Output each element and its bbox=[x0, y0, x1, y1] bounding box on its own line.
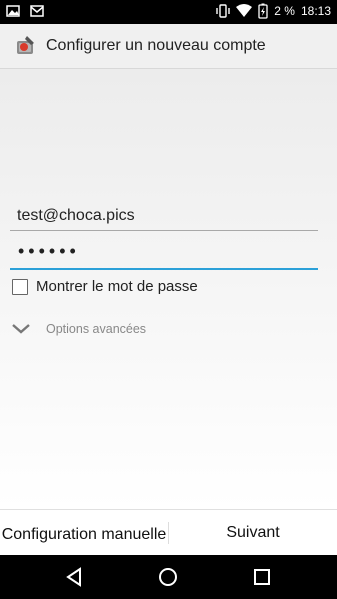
image-icon bbox=[6, 5, 20, 17]
show-password-row[interactable]: Montrer le mot de passe bbox=[12, 278, 198, 295]
manual-setup-label: Configuration manuelle bbox=[1, 526, 167, 543]
next-label: Suivant bbox=[226, 524, 280, 541]
advanced-options-toggle[interactable]: Options avancées bbox=[10, 322, 146, 336]
next-button[interactable]: Suivant bbox=[169, 510, 337, 556]
email-field[interactable]: test@choca.pics bbox=[10, 196, 318, 231]
status-time: 18:13 bbox=[300, 4, 331, 18]
app-logo-icon bbox=[17, 36, 34, 54]
password-field[interactable]: •••••• bbox=[10, 237, 318, 270]
email-value: test@choca.pics bbox=[17, 207, 135, 224]
chevron-down-icon bbox=[12, 324, 30, 334]
battery-charging-icon bbox=[258, 3, 268, 19]
status-bar-left bbox=[6, 4, 44, 18]
recents-icon[interactable] bbox=[250, 565, 274, 589]
page-title: Configurer un nouveau compte bbox=[46, 37, 266, 54]
home-icon[interactable] bbox=[156, 565, 180, 589]
wifi-icon bbox=[236, 4, 253, 17]
status-bar: 2 % 18:13 bbox=[0, 0, 337, 24]
bottom-button-bar: Configuration manuelle Suivant bbox=[0, 509, 337, 556]
app-bar: Configurer un nouveau compte bbox=[0, 24, 337, 69]
mail-icon bbox=[30, 5, 44, 17]
password-value: •••••• bbox=[18, 241, 80, 261]
show-password-checkbox[interactable] bbox=[12, 278, 28, 295]
advanced-options-label: Options avancées bbox=[46, 322, 147, 336]
manual-setup-button[interactable]: Configuration manuelle bbox=[0, 510, 168, 556]
navigation-bar bbox=[0, 555, 337, 599]
setup-form: test@choca.pics •••••• Montrer le mot de… bbox=[0, 69, 337, 509]
show-password-label: Montrer le mot de passe bbox=[36, 278, 198, 295]
battery-percent: 2 % bbox=[274, 4, 295, 18]
back-icon[interactable] bbox=[62, 565, 86, 589]
vibrate-icon bbox=[216, 4, 230, 18]
status-bar-right: 2 % 18:13 bbox=[216, 3, 331, 19]
